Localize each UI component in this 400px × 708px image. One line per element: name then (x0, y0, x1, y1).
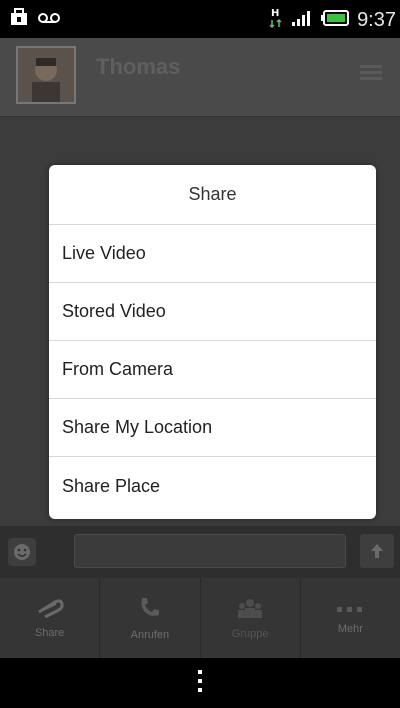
system-nav-bar (0, 658, 400, 708)
option-stored-video[interactable]: Stored Video (49, 283, 376, 341)
status-bar: H 9:37 (0, 0, 400, 38)
option-live-video[interactable]: Live Video (49, 225, 376, 283)
action-label: Gruppe (231, 627, 269, 640)
share-dialog: Share Live Video Stored Video From Camer… (49, 165, 376, 519)
group-action-button[interactable]: Gruppe (201, 578, 301, 658)
page-title: Thomas (96, 54, 181, 79)
option-from-camera[interactable]: From Camera (49, 341, 376, 399)
signal-icon (291, 9, 313, 32)
option-share-my-location[interactable]: Share My Location (49, 399, 376, 457)
network-h-icon: H (269, 6, 283, 35)
action-label: Share (34, 626, 65, 639)
smiley-icon[interactable] (8, 538, 36, 566)
voicemail-icon (38, 11, 60, 29)
message-composer (0, 526, 400, 578)
battery-icon (321, 10, 350, 31)
dialog-title: Share (49, 165, 376, 225)
message-input[interactable] (74, 534, 346, 568)
group-icon (235, 597, 265, 624)
status-time: 9:37 (357, 9, 396, 31)
option-share-place[interactable]: Share Place (49, 457, 376, 515)
menu-icon[interactable] (360, 65, 382, 81)
more-action-button[interactable]: Mehr (301, 578, 400, 658)
svg-text:H: H (271, 8, 279, 19)
avatar[interactable] (16, 46, 76, 104)
overflow-menu-icon[interactable] (196, 669, 204, 698)
notification-bag-icon (10, 8, 28, 31)
paperclip-icon (35, 598, 65, 623)
action-label: Mehr (337, 623, 363, 635)
phone-icon (138, 596, 162, 625)
share-action-button[interactable]: Share (0, 578, 101, 658)
call-action-button[interactable]: Anrufen (100, 578, 201, 658)
action-label: Anrufen (130, 628, 170, 641)
action-bar: Share Anrufen Gruppe Mehr (0, 578, 400, 658)
up-arrow-icon[interactable] (360, 534, 394, 568)
more-icon (335, 601, 365, 619)
app-bar: Thomas (0, 38, 400, 117)
